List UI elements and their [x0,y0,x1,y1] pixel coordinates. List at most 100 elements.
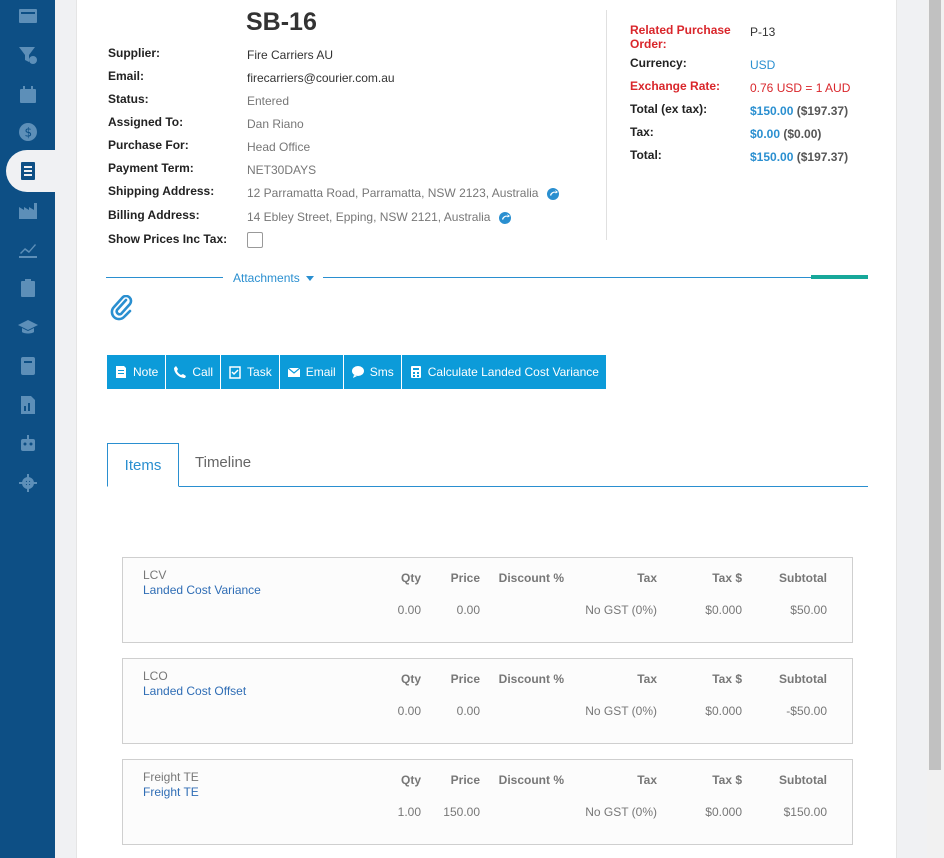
note-icon [116,366,126,378]
svg-text:$: $ [25,126,33,140]
item-name-link[interactable]: Freight TE [143,785,199,799]
report-icon[interactable] [17,394,39,416]
total-ex-tax-label: Total (ex tax): [630,102,708,116]
paperclip-icon[interactable] [110,295,134,321]
item-subtotal: $50.00 [790,603,827,617]
related-po-label-line2: Order: [630,37,667,51]
robot-icon[interactable] [17,433,39,455]
total-label: Total: [630,148,662,162]
email-value[interactable]: firecarriers@courier.com.au [247,71,395,85]
item-qty: 0.00 [397,704,421,718]
attachments-toggle[interactable]: Attachments [233,271,314,285]
map-pin-icon[interactable] [498,211,512,225]
assigned-label: Assigned To: [108,115,184,129]
line-item: Freight TE Freight TE Qty Price Discount… [122,759,853,845]
assigned-value: Dan Riano [247,117,304,131]
total-aud: ($197.37) [796,150,849,164]
status-value: Entered [247,94,290,108]
checklist-icon[interactable] [17,160,39,182]
payment-term-value: NET30DAYS [247,163,317,177]
sms-button-label: Sms [369,365,394,379]
item-name-link[interactable]: Landed Cost Variance [143,583,261,597]
item-tax-amount: $0.000 [705,704,742,718]
related-po-label: Related Purchase Order: [630,23,731,51]
note-button-label: Note [133,365,159,379]
email-label: Email: [108,69,145,83]
item-qty: 0.00 [397,603,421,617]
discount-header: Discount % [498,672,564,686]
factory-icon[interactable] [17,200,39,222]
trend-icon[interactable] [17,238,39,260]
qty-header: Qty [400,672,421,686]
item-code: LCO [143,669,168,683]
item-tax: No GST (0%) [585,704,657,718]
price-header: Price [450,672,480,686]
show-prices-inc-tax-checkbox[interactable] [247,232,263,248]
attachments-divider-right [323,277,811,278]
email-button[interactable]: Email [279,355,344,389]
phone-icon [174,366,187,378]
map-pin-icon[interactable] [546,187,560,201]
dollar-icon[interactable]: $ [17,121,39,143]
purchase-bill-card: SB-16 Supplier: Fire Carriers AU Email: … [76,0,897,858]
item-code: LCV [143,568,167,582]
scrollbar-thumb[interactable] [929,0,941,770]
currency-value[interactable]: USD [750,58,775,72]
tax-usd: $0.00 [750,127,781,141]
total-ex-tax-usd: $150.00 [750,104,794,118]
sidebar: $ [0,0,61,858]
item-name-link[interactable]: Landed Cost Offset [143,684,246,698]
envelope-icon [287,367,301,377]
tax-amount-header: Tax $ [712,571,742,585]
calculate-landed-cost-label: Calculate Landed Cost Variance [427,365,599,379]
tab-items[interactable]: Items [107,443,179,487]
tax-header: Tax [637,672,657,686]
exchange-rate-value[interactable]: 0.76 USD = 1 AUD [750,81,850,95]
qty-header: Qty [400,773,421,787]
supplier-value[interactable]: Fire Carriers AU [247,48,333,62]
calculator-icon [410,366,421,378]
calendar-icon[interactable] [17,84,39,106]
supplier-label: Supplier: [108,46,161,60]
clipboard-icon[interactable] [17,277,39,299]
related-po-value[interactable]: P-13 [750,25,775,39]
purchase-for-value: Head Office [247,140,311,154]
discount-header: Discount % [498,571,564,585]
item-qty: 1.00 [397,805,421,819]
sms-button[interactable]: Sms [343,355,402,389]
gear-icon[interactable] [17,472,39,494]
caret-down-icon [305,276,314,282]
chat-bubble-icon [351,366,364,378]
sidebar-active-tab[interactable] [6,150,61,192]
price-header: Price [450,571,480,585]
graduation-cap-icon[interactable] [17,316,39,338]
tax-header: Tax [637,773,657,787]
task-button[interactable]: Task [221,355,280,389]
calculate-landed-cost-button[interactable]: Calculate Landed Cost Variance [401,355,606,389]
shipping-address-text: 12 Parramatta Road, Parramatta, NSW 2123… [247,186,539,200]
call-button-label: Call [192,365,214,379]
item-tax-amount: $0.000 [705,603,742,617]
dashboard-icon[interactable] [17,5,39,27]
funnel-icon[interactable] [17,44,39,66]
line-item: LCO Landed Cost Offset Qty Price Discoun… [122,658,853,744]
item-code: Freight TE [143,770,199,784]
note-button[interactable]: Note [107,355,167,389]
tab-timeline[interactable]: Timeline [195,454,251,471]
line-item: LCV Landed Cost Variance Qty Price Disco… [122,557,853,643]
payment-term-label: Payment Term: [108,161,194,175]
shipping-label: Shipping Address: [108,184,215,198]
attachments-divider-left [106,277,223,278]
currency-label: Currency: [630,56,687,70]
book-icon[interactable] [17,355,39,377]
tax-label: Tax: [630,125,654,139]
attachments-label: Attachments [233,271,300,285]
shipping-address: 12 Parramatta Road, Parramatta, NSW 2123… [247,186,560,201]
total-ex-tax-aud: ($197.37) [796,104,849,118]
tax-header: Tax [637,571,657,585]
progress-accent [811,275,868,279]
total-ex-tax-value: $150.00 ($197.37) [750,104,848,118]
billing-address-text: 14 Ebley Street, Epping, NSW 2121, Austr… [247,210,491,224]
call-button[interactable]: Call [166,355,222,389]
total-usd: $150.00 [750,150,794,164]
